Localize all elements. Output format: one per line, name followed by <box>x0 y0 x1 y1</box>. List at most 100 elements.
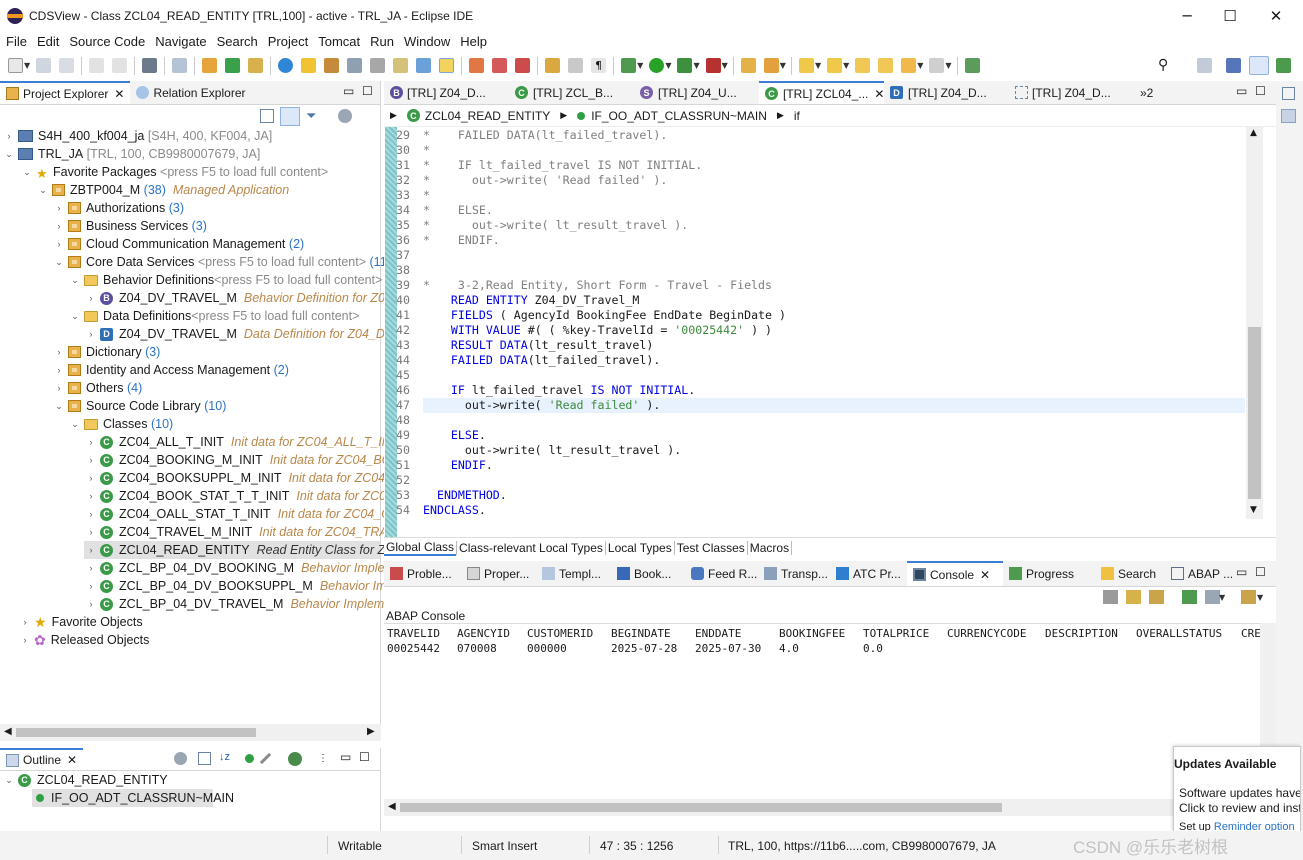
code-line[interactable]: ENDCLASS. <box>423 503 486 518</box>
code-line[interactable]: FIELDS ( AgencyId BookingFee EndDate Beg… <box>423 308 786 323</box>
search-icon[interactable]: ⚲ <box>1158 57 1168 73</box>
tab-feed-reader[interactable]: Feed R... <box>685 561 758 586</box>
package-icon[interactable] <box>248 58 264 73</box>
tab-global-class[interactable]: Global Class <box>384 539 457 556</box>
next-annotation-icon[interactable] <box>798 58 814 73</box>
tab-abap[interactable]: ABAP ... <box>1165 561 1237 586</box>
tree-node-folder[interactable]: › Dictionary (3) <box>54 343 161 361</box>
scrollbar-thumb[interactable] <box>400 803 1002 812</box>
menu-window[interactable]: Window <box>404 34 450 49</box>
minimize-view-icon[interactable]: ▭ <box>1236 565 1247 579</box>
tree-node-folder[interactable]: ⌄ Core Data Services <press F5 to load f… <box>54 253 391 271</box>
forward-history-icon[interactable] <box>878 58 894 73</box>
scroll-down-icon[interactable]: ▼ <box>1250 505 1257 515</box>
tree-node-folder[interactable]: › Identity and Access Management (2) <box>54 361 289 379</box>
abap-perspective-icon[interactable] <box>1226 58 1241 73</box>
new-icon[interactable] <box>8 58 23 73</box>
tab-properties[interactable]: Proper... <box>461 561 536 586</box>
toggle-mark-icon[interactable] <box>545 58 561 73</box>
maximize-view-icon[interactable]: ☐ <box>362 84 373 98</box>
debug-icon[interactable] <box>469 58 485 73</box>
tree-node-class[interactable]: › C ZC04_ALL_T_INIT Init data for ZC04_ALL… <box>86 433 402 451</box>
code-line[interactable]: * <box>423 143 430 158</box>
view-menu-icon[interactable] <box>338 109 352 123</box>
pin-console-icon[interactable] <box>1182 590 1197 604</box>
chevron-down-icon[interactable]: ⌄ <box>4 775 14 786</box>
close-icon[interactable]: ✕ <box>114 87 124 101</box>
tree-node-favorite-objects[interactable]: › ★ Favorite Objects <box>20 613 143 631</box>
outline-item-method[interactable]: IF_OO_ADT_CLASSRUN~MAIN <box>36 789 234 807</box>
console-horizontal-scrollbar[interactable]: ◀ <box>384 799 1276 816</box>
tab-outline[interactable]: Outline ✕ <box>0 748 84 770</box>
status-insert-mode[interactable]: Smart Insert <box>472 839 537 853</box>
code-line[interactable]: * FAILED DATA(lt_failed_travel). <box>423 128 667 143</box>
console-output-table[interactable]: TRAVELID AGENCYID CUSTOMERID BEGINDATE ENDDA… <box>384 623 1260 803</box>
previous-annotation-icon[interactable] <box>827 58 843 73</box>
new-abap-object-icon[interactable] <box>225 58 241 73</box>
close-icon[interactable]: ✕ <box>980 568 990 582</box>
save-all-icon[interactable] <box>59 58 75 73</box>
tree-node-favorite-packages[interactable]: ⌄ ★ Favorite Packages <press F5 to load f… <box>22 163 328 181</box>
tab-macros[interactable]: Macros <box>746 540 793 555</box>
debug-perspective-icon[interactable] <box>1276 58 1291 73</box>
scroll-left-icon[interactable]: ◀ <box>388 801 396 812</box>
minimize-editor-icon[interactable]: ▭ <box>1236 84 1247 98</box>
save-icon[interactable] <box>36 58 52 73</box>
scroll-up-icon[interactable]: ▲ <box>1250 128 1257 138</box>
menu-source-code[interactable]: Source Code <box>69 34 145 49</box>
maximize-button[interactable]: ☐ <box>1207 0 1253 31</box>
menu-file[interactable]: File <box>6 34 27 49</box>
tree-node-class[interactable]: › C ZC04_BOOKSUPPL_M_INIT Init data for ZC… <box>86 469 411 487</box>
code-line[interactable]: IF lt_failed_travel IS NOT INITIAL. <box>423 383 695 398</box>
code-line[interactable]: out->write( 'Read failed' ). <box>423 398 660 413</box>
status-cursor-position[interactable]: 47 : 35 : 1256 <box>600 839 673 853</box>
code-line[interactable]: * 3-2,Read Entity, Short Form - Travel -… <box>423 278 772 293</box>
breadcrumb-class[interactable]: ZCL04_READ_ENTITY <box>425 109 550 123</box>
external-tools-icon[interactable] <box>705 58 721 73</box>
skip-breakpoints-icon[interactable] <box>515 58 531 73</box>
tab-project-explorer[interactable]: Project Explorer ✕ <box>0 81 131 104</box>
run-icon[interactable] <box>649 58 665 73</box>
minimize-view-icon[interactable]: ▭ <box>340 750 351 764</box>
java-perspective-icon[interactable] <box>1249 56 1269 75</box>
tree-node-class-selected[interactable]: › C ZCL04_READ_ENTITY Read Entity Class fo… <box>86 541 416 559</box>
tab-console[interactable]: Console ✕ <box>907 561 1003 586</box>
code-line[interactable]: out->write( lt_result_travel ). <box>423 443 681 458</box>
print-icon[interactable] <box>370 58 386 73</box>
open-object-icon[interactable] <box>202 58 218 73</box>
collapse-all-icon[interactable] <box>260 109 274 123</box>
maximize-view-icon[interactable]: ☐ <box>359 750 370 764</box>
tree-node-folder[interactable]: ⌄ Source Code Library (10) <box>54 397 226 415</box>
code-line[interactable]: * ELSE. <box>423 203 493 218</box>
hide-fields-icon[interactable] <box>174 752 187 765</box>
tree-node-data-definition[interactable]: › D Z04_DV_TRAVEL_M Data Definition for Z0… <box>86 325 408 343</box>
tree-node-class[interactable]: › C ZC04_BOOK_STAT_T_T_INIT Init data for … <box>86 487 418 505</box>
code-line[interactable]: ENDIF. <box>423 458 493 473</box>
editor-tab[interactable]: [TRL] Z04_D... <box>1009 81 1134 104</box>
public-member-icon[interactable] <box>245 754 254 763</box>
tree-node-class[interactable]: › C ZCL_BP_04_DV_BOOKSUPPL_M Behavior Impl… <box>86 577 414 595</box>
open-console-icon[interactable] <box>1241 590 1256 604</box>
undo-icon[interactable] <box>89 58 105 73</box>
tree-node-class[interactable]: › C ZC04_TRAVEL_M_INIT Init data for ZC04_… <box>86 523 411 541</box>
search-object-icon[interactable] <box>172 58 188 73</box>
collapse-icon[interactable] <box>198 752 211 765</box>
view-menu-icon[interactable]: ⋮ <box>318 753 328 764</box>
word-wrap-icon[interactable] <box>1149 590 1164 604</box>
tree-node-system[interactable]: ⌄ TRL_JA [TRL, 100, CB9980007679, JA] <box>4 145 260 163</box>
where-used-icon[interactable] <box>393 58 409 73</box>
tree-node-folder[interactable]: › Others (4) <box>54 379 143 397</box>
scroll-right-icon[interactable]: ▶ <box>367 726 375 737</box>
minimize-view-icon[interactable]: ▭ <box>343 84 354 98</box>
tree-node-package[interactable]: ⌄ ZBTP004_M (38) Managed Application <box>38 181 289 199</box>
tab-bookmarks[interactable]: Book... <box>611 561 685 586</box>
forward-icon[interactable] <box>929 58 945 73</box>
editor-tab[interactable]: B [TRL] Z04_D... <box>384 81 509 104</box>
code-line[interactable]: * IF lt_failed_travel IS NOT INITIAL. <box>423 158 702 173</box>
bug-icon[interactable] <box>621 58 637 73</box>
scroll-left-icon[interactable]: ◀ <box>4 726 12 737</box>
breadcrumb-method[interactable]: IF_OO_ADT_CLASSRUN~MAIN <box>591 109 767 123</box>
tab-search[interactable]: Search <box>1095 561 1165 586</box>
menu-run[interactable]: Run <box>370 34 394 49</box>
tree-node-system[interactable]: › S4H_400_kf004_ja [S4H, 400, KF004, JA] <box>4 127 273 145</box>
